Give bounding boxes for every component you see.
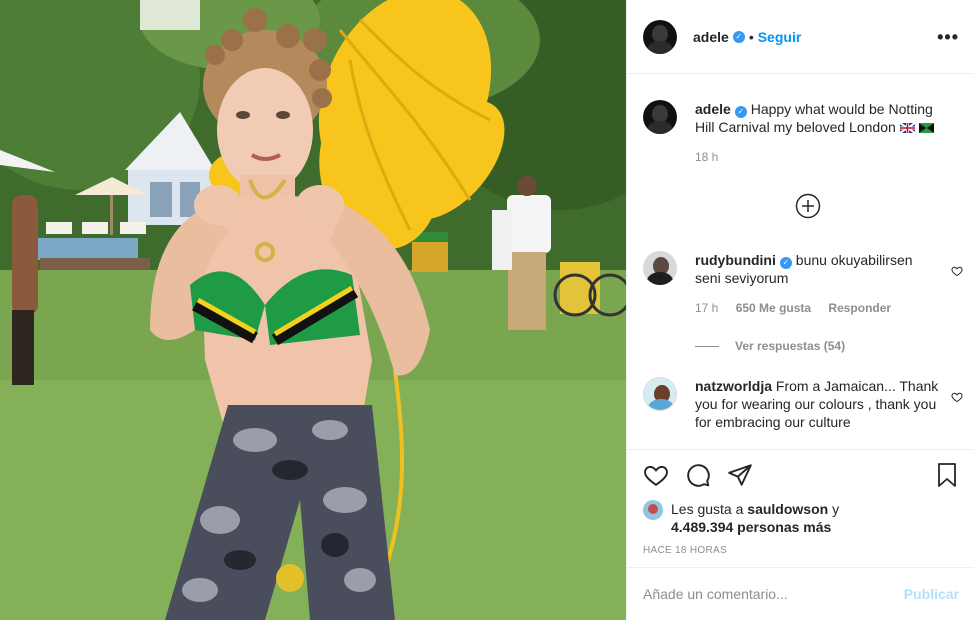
verified-icon: ✓ xyxy=(779,257,792,269)
post-photo[interactable] xyxy=(0,0,626,620)
add-comment-bar: Publicar xyxy=(627,567,974,620)
caption-meta: 18 h xyxy=(695,148,941,166)
more-icon[interactable]: ••• xyxy=(937,28,959,46)
comment-likes[interactable]: 650 Me gusta xyxy=(736,301,811,315)
comment-item: rudybundini ✓ bunu okuyabilirsen seni sev… xyxy=(643,251,963,331)
comment-time: 17 h xyxy=(695,301,719,315)
commenter-avatar[interactable] xyxy=(643,251,677,285)
share-icon[interactable] xyxy=(727,462,753,488)
comment-input[interactable] xyxy=(643,586,896,602)
caption: adele ✓ Happy what would be Notting Hill … xyxy=(643,100,963,190)
comments-list[interactable]: adele ✓ Happy what would be Notting Hill … xyxy=(627,75,974,448)
verified-icon: ✓ xyxy=(734,106,747,118)
jamaica-flag-icon xyxy=(918,123,934,133)
separator-dot: • xyxy=(748,28,754,45)
commenter-username[interactable]: natzworldja xyxy=(695,378,772,394)
comment-heart-icon[interactable] xyxy=(951,391,963,403)
photo-illustration xyxy=(0,0,626,620)
uk-flag-icon xyxy=(899,123,915,133)
bookmark-icon[interactable] xyxy=(935,462,959,488)
liker-username[interactable]: sauldowson xyxy=(747,501,828,517)
caption-time: 18 h xyxy=(695,150,719,164)
caption-username[interactable]: adele xyxy=(695,101,731,117)
post-timestamp[interactable]: HACE 18 HORAS xyxy=(643,545,727,556)
heart-icon[interactable] xyxy=(643,462,669,488)
likes-count[interactable]: 4.489.394 personas más xyxy=(671,519,831,535)
liker-avatar xyxy=(643,500,663,520)
replies-line xyxy=(695,345,719,347)
post-header: adele ✓ • Seguir ••• xyxy=(627,0,974,74)
post-actions: Les gusta a sauldowson y 4.489.394 perso… xyxy=(627,449,974,567)
comment-heart-icon[interactable] xyxy=(951,265,963,277)
likes-conjunction: y xyxy=(832,501,840,517)
caption-avatar[interactable] xyxy=(643,100,677,134)
follow-button[interactable]: Seguir xyxy=(758,29,802,45)
commenter-avatar[interactable] xyxy=(643,377,677,411)
comment-icon[interactable] xyxy=(685,462,711,488)
reply-button[interactable]: Responder xyxy=(828,301,891,315)
commenter-username[interactable]: rudybundini xyxy=(695,252,776,268)
add-circle-icon[interactable] xyxy=(795,193,821,219)
comment-meta: 17 h 650 Me gusta Responder xyxy=(695,299,941,317)
verified-icon: ✓ xyxy=(732,30,745,43)
publish-button[interactable]: Publicar xyxy=(904,586,959,602)
author-avatar[interactable] xyxy=(643,19,677,54)
comment-item: natzworldja From a Jamaican... Thank you… xyxy=(643,377,963,448)
likes-prefix: Les gusta a xyxy=(671,501,744,517)
view-replies-label: Ver respuestas (54) xyxy=(735,339,846,353)
post-detail-panel: adele ✓ • Seguir ••• adele ✓ Happy what w… xyxy=(626,0,974,620)
author-username[interactable]: adele xyxy=(693,29,729,45)
likes-summary[interactable]: Les gusta a sauldowson y 4.489.394 perso… xyxy=(643,500,839,536)
view-replies-button[interactable]: Ver respuestas (54) xyxy=(695,339,845,353)
